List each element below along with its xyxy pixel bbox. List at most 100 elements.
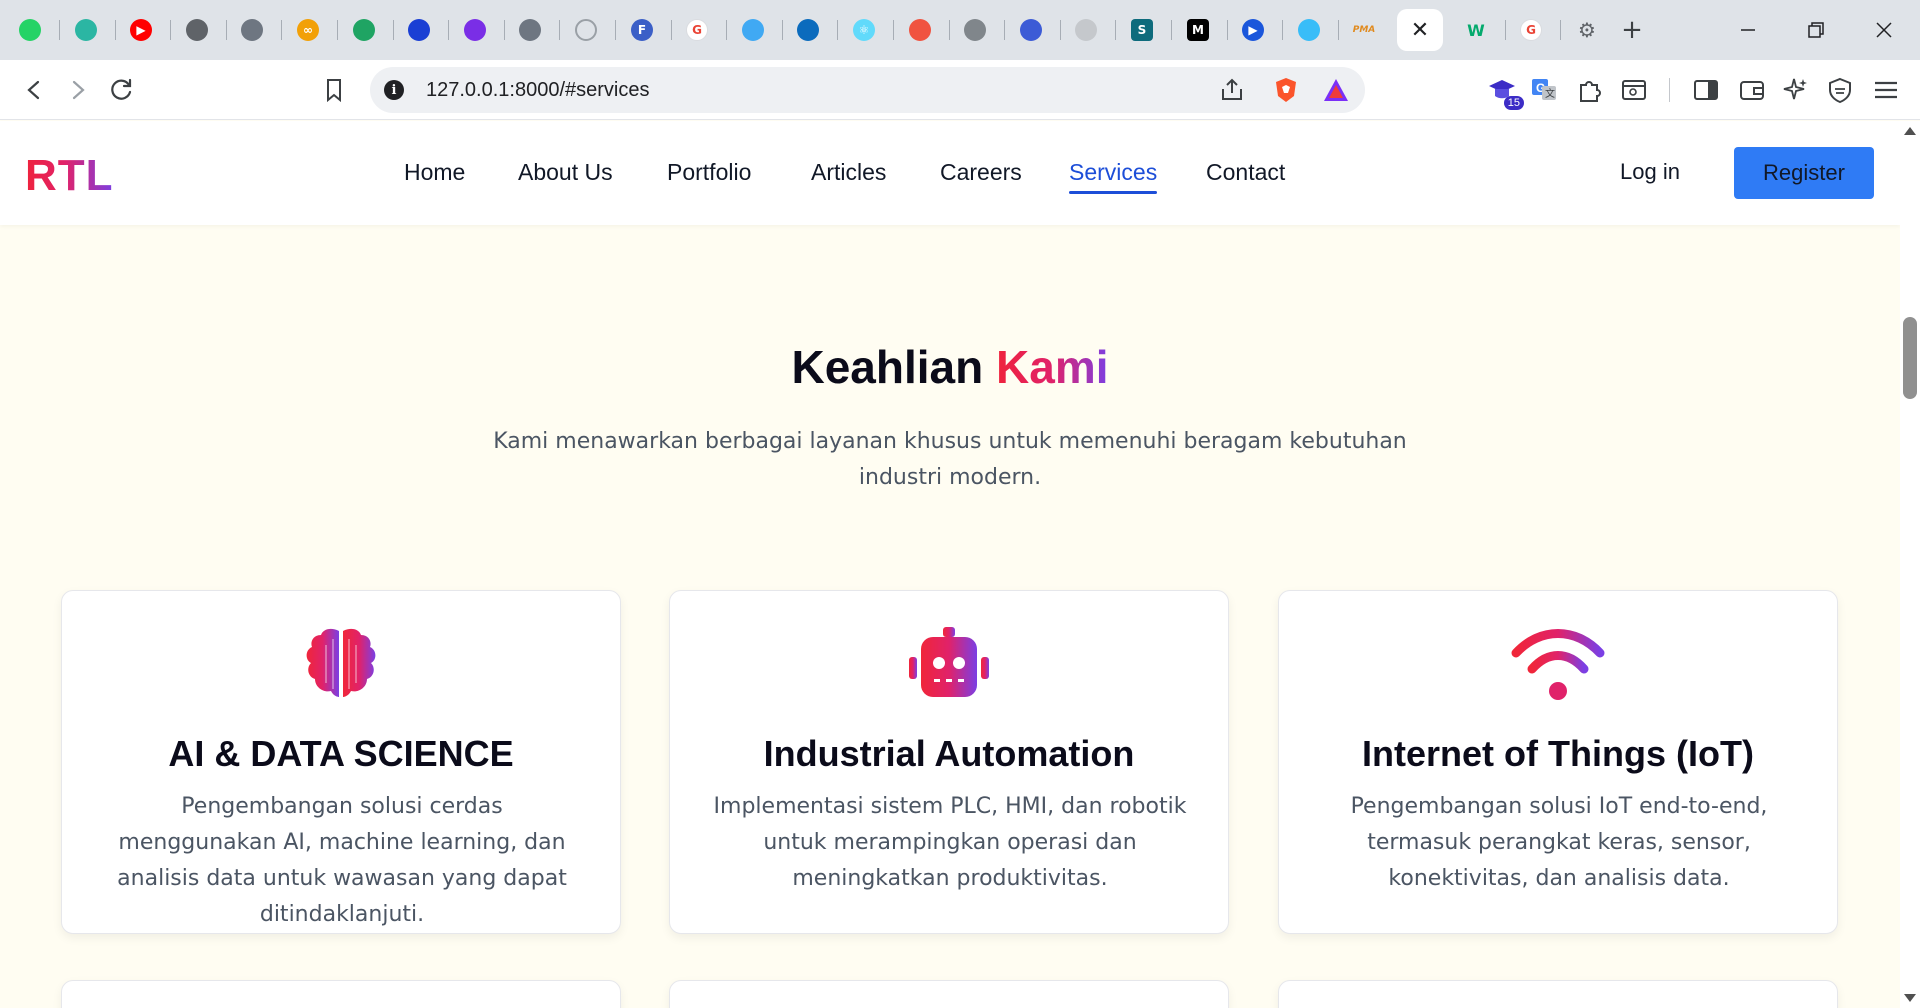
browser-tab[interactable] xyxy=(952,9,998,51)
nav-link-about-us[interactable]: About Us xyxy=(518,159,613,186)
browser-tab[interactable]: ∞ xyxy=(285,9,331,51)
nav-link-services[interactable]: Services xyxy=(1069,159,1158,194)
browser-tab[interactable]: F xyxy=(619,9,665,51)
browser-tab[interactable] xyxy=(396,9,442,51)
wallet-icon[interactable] xyxy=(1736,74,1768,106)
service-card-title: Internet of Things (IoT) xyxy=(1362,733,1754,774)
browser-tab[interactable]: ✕ xyxy=(1397,9,1443,51)
browser-tab[interactable]: G xyxy=(674,9,720,51)
browser-tab[interactable] xyxy=(7,9,53,51)
translate-icon[interactable]: G文 xyxy=(1528,74,1560,106)
browser-tab[interactable] xyxy=(229,9,275,51)
browser-tab[interactable]: S xyxy=(1119,9,1165,51)
browser-tab[interactable] xyxy=(897,9,943,51)
whatsapp-icon xyxy=(19,19,41,41)
service-card-next[interactable] xyxy=(1278,980,1838,1008)
section-title-main: Keahlian xyxy=(791,341,984,393)
github-icon xyxy=(241,19,263,41)
scroll-down-arrow-icon[interactable] xyxy=(1904,994,1916,1002)
browser-tab[interactable] xyxy=(563,9,609,51)
browser-tab[interactable] xyxy=(1286,9,1332,51)
nav-link-articles[interactable]: Articles xyxy=(811,159,886,186)
wifi-icon xyxy=(1510,625,1606,705)
service-card-automation[interactable]: Industrial Automation Implementasi siste… xyxy=(669,590,1229,934)
tailwind-icon xyxy=(1298,19,1320,41)
tab-separator xyxy=(281,20,282,40)
section-title-accent: Kami xyxy=(996,341,1109,393)
play-circle-icon: ▶ xyxy=(1242,19,1264,41)
brave-shield-icon[interactable] xyxy=(1270,74,1302,106)
close-window-icon[interactable] xyxy=(1864,10,1904,50)
hat-extension-icon[interactable]: 15 xyxy=(1486,74,1524,110)
settings-gear-icon: ⚙ xyxy=(1578,18,1596,42)
tab-separator xyxy=(1115,20,1116,40)
nav-link-careers[interactable]: Careers xyxy=(940,159,1022,186)
register-button[interactable]: Register xyxy=(1734,147,1874,199)
service-card-next[interactable] xyxy=(61,980,621,1008)
scrollbar-thumb[interactable] xyxy=(1903,317,1917,399)
browser-tab[interactable]: ▶ xyxy=(1230,9,1276,51)
extensions-puzzle-icon[interactable] xyxy=(1574,74,1606,106)
bookmark-icon[interactable] xyxy=(316,72,352,108)
address-bar[interactable]: i 127.0.0.1:8000/#services xyxy=(370,67,1365,113)
browser-tab[interactable] xyxy=(507,9,553,51)
back-arrow-icon[interactable] xyxy=(16,72,52,108)
google-icon: G xyxy=(686,19,708,41)
robot-icon xyxy=(901,625,997,705)
ai-sparkle-icon[interactable] xyxy=(1780,74,1812,106)
extension-badge-count: 15 xyxy=(1503,96,1524,110)
forward-arrow-icon[interactable] xyxy=(60,72,96,108)
service-card-next[interactable] xyxy=(669,980,1229,1008)
browser-tab[interactable]: M xyxy=(1175,9,1221,51)
browser-tab[interactable]: G xyxy=(1508,9,1554,51)
browser-tab[interactable] xyxy=(341,9,387,51)
scroll-up-arrow-icon[interactable] xyxy=(1904,127,1916,135)
service-card-ai[interactable]: AI & DATA SCIENCE Pengembangan solusi ce… xyxy=(61,590,621,934)
tab-separator xyxy=(671,20,672,40)
browser-tab[interactable]: ▶ xyxy=(118,9,164,51)
flutter-icon xyxy=(742,19,764,41)
tab-separator xyxy=(1505,20,1506,40)
browser-tab[interactable] xyxy=(1063,9,1109,51)
youtube-icon: ▶ xyxy=(130,19,152,41)
new-tab-plus-icon[interactable]: + xyxy=(1616,14,1648,46)
browser-tab[interactable]: PMA xyxy=(1341,9,1387,51)
tab-separator xyxy=(59,20,60,40)
nav-link-home[interactable]: Home xyxy=(404,159,465,186)
page-scrollbar[interactable] xyxy=(1900,121,1920,1008)
browser-tab[interactable] xyxy=(785,9,831,51)
tab-separator xyxy=(1560,20,1561,40)
tab-separator xyxy=(782,20,783,40)
browser-tab[interactable]: W xyxy=(1453,9,1499,51)
browser-tab[interactable]: ⚛ xyxy=(841,9,887,51)
address-bar-url[interactable]: 127.0.0.1:8000/#services xyxy=(426,79,650,102)
nav-link-contact[interactable]: Contact xyxy=(1206,159,1285,186)
browser-tab[interactable] xyxy=(174,9,220,51)
browser-tab[interactable] xyxy=(1008,9,1054,51)
section-title: Keahlian Kami xyxy=(0,340,1900,394)
reload-icon[interactable] xyxy=(104,72,140,108)
sidebar-toggle-icon[interactable] xyxy=(1690,74,1722,106)
browser-tab[interactable]: ⚙ xyxy=(1564,9,1610,51)
share-icon[interactable] xyxy=(1216,74,1248,106)
menu-hamburger-icon[interactable] xyxy=(1870,74,1902,106)
tab-separator xyxy=(559,20,560,40)
tab-separator xyxy=(1227,20,1228,40)
service-card-iot[interactable]: Internet of Things (IoT) Pengembangan so… xyxy=(1278,590,1838,934)
site-logo[interactable]: RTL xyxy=(25,151,114,201)
tab-search-icon[interactable] xyxy=(1618,74,1650,106)
site-info-icon[interactable]: i xyxy=(384,80,404,100)
bug-icon xyxy=(186,19,208,41)
browser-tab[interactable] xyxy=(730,9,776,51)
react-icon: ⚛ xyxy=(853,19,875,41)
browser-tab[interactable] xyxy=(452,9,498,51)
nav-link-portfolio[interactable]: Portfolio xyxy=(667,159,751,186)
brave-rewards-triangle-icon[interactable] xyxy=(1320,74,1352,106)
minimize-window-icon[interactable] xyxy=(1728,10,1768,50)
login-link[interactable]: Log in xyxy=(1620,159,1680,185)
loading-circle-icon xyxy=(575,19,597,41)
vpn-shield-icon[interactable] xyxy=(1824,74,1856,106)
tab-separator xyxy=(726,20,727,40)
browser-tab[interactable] xyxy=(63,9,109,51)
restore-window-icon[interactable] xyxy=(1796,10,1836,50)
